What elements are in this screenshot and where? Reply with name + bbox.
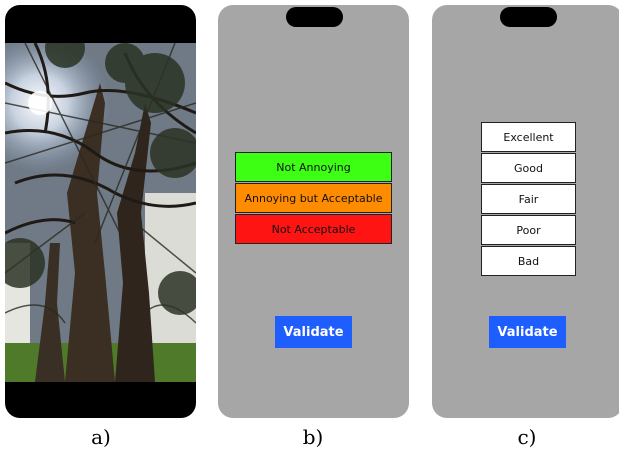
phone-quality-rating: Excellent Good Fair Poor Bad Validate <box>432 5 619 418</box>
option-not-annoying[interactable]: Not Annoying <box>235 152 392 182</box>
option-good[interactable]: Good <box>481 153 576 183</box>
quality-options: Excellent Good Fair Poor Bad <box>481 122 576 277</box>
option-poor[interactable]: Poor <box>481 215 576 245</box>
option-excellent[interactable]: Excellent <box>481 122 576 152</box>
validate-button[interactable]: Validate <box>275 316 352 348</box>
validate-button[interactable]: Validate <box>489 316 566 348</box>
phone-notch <box>286 7 343 27</box>
phone-annoyance-rating: Not Annoying Annoying but Acceptable Not… <box>218 5 409 418</box>
caption-c: c) <box>517 425 537 449</box>
option-bad[interactable]: Bad <box>481 246 576 276</box>
caption-b: b) <box>302 425 324 449</box>
option-not-acceptable[interactable]: Not Acceptable <box>235 214 392 244</box>
option-annoying-but-acceptable[interactable]: Annoying but Acceptable <box>235 183 392 213</box>
phone-video-frame <box>5 5 196 418</box>
option-fair[interactable]: Fair <box>481 184 576 214</box>
caption-a: a) <box>91 425 111 449</box>
phone-notch <box>500 7 557 27</box>
tree-photo <box>5 43 196 382</box>
annoyance-options: Not Annoying Annoying but Acceptable Not… <box>235 152 392 245</box>
